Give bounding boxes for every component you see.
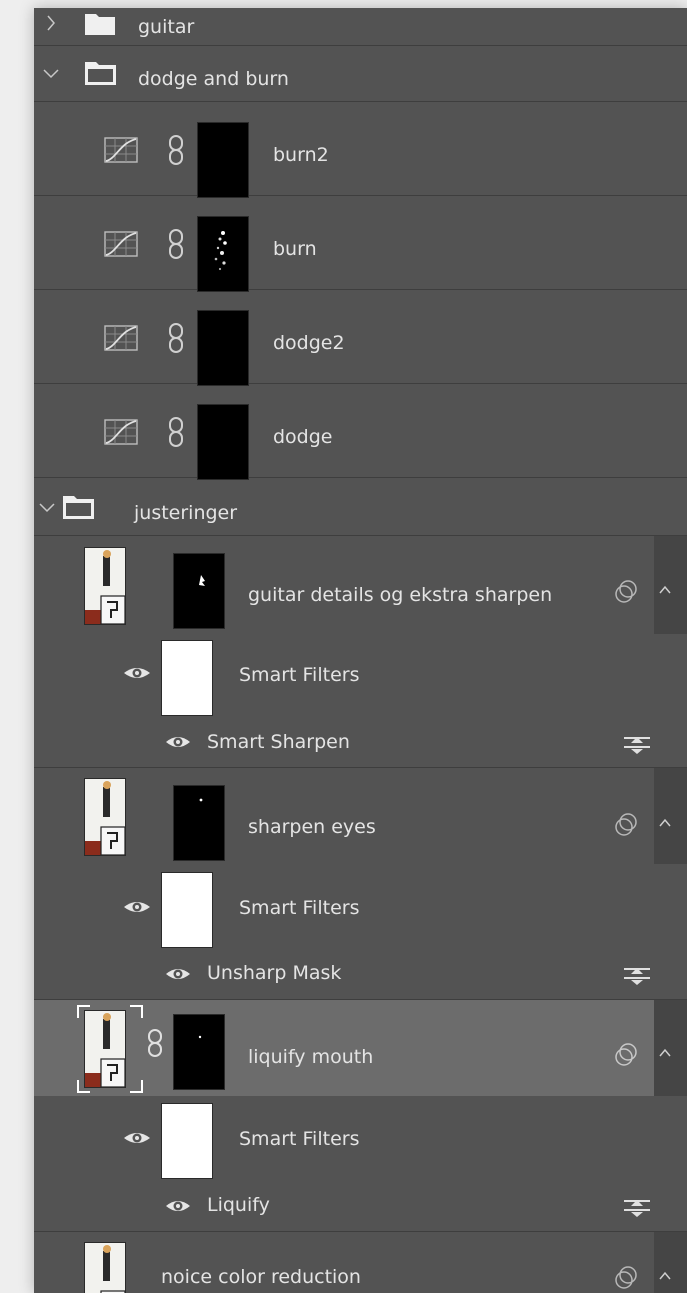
layer-mask-thumbnail[interactable] <box>173 785 225 861</box>
layer-row[interactable]: dodge2 <box>34 290 687 386</box>
layer-name: dodge <box>273 426 333 448</box>
smart-filters-row[interactable]: Smart Filters <box>34 1096 687 1179</box>
collapse-arrow-icon[interactable] <box>658 584 672 596</box>
smart-filters-label: Smart Filters <box>239 1128 360 1150</box>
scrollbar-track[interactable] <box>654 1232 687 1293</box>
curves-icon[interactable] <box>104 137 138 163</box>
mask-pattern <box>214 231 227 271</box>
smart-object-thumbnail[interactable] <box>84 547 126 625</box>
curves-icon[interactable] <box>104 231 138 257</box>
folder-icon <box>85 14 115 35</box>
layer-group-justeringer[interactable]: justeringer <box>34 478 687 536</box>
smart-filters-row[interactable]: Smart Filters <box>34 864 687 948</box>
collapse-arrow-icon[interactable] <box>658 1270 672 1282</box>
blend-overlap-icon[interactable] <box>615 1265 639 1289</box>
smart-object-layer[interactable]: noice color reduction <box>34 1232 687 1293</box>
curves-icon[interactable] <box>104 419 138 445</box>
eye-icon[interactable] <box>164 733 192 751</box>
layer-name: noice color reduction <box>161 1266 361 1288</box>
folder-icon <box>85 62 116 85</box>
layer-row[interactable]: dodge <box>34 384 687 480</box>
eye-icon[interactable] <box>122 898 152 916</box>
filter-options-icon[interactable] <box>623 965 651 985</box>
filter-name: Liquify <box>207 1194 270 1216</box>
layer-name: liquify mouth <box>248 1046 374 1068</box>
layer-mask-thumbnail[interactable] <box>197 310 249 386</box>
chevron-right-icon[interactable] <box>45 13 57 33</box>
layer-name: guitar details og ekstra sharpen <box>248 584 553 606</box>
smart-object-thumbnail[interactable] <box>84 1010 126 1088</box>
filter-options-icon[interactable] <box>623 734 651 754</box>
layer-name: dodge and burn <box>138 68 289 90</box>
filter-row[interactable]: Smart Sharpen <box>34 714 687 768</box>
collapse-arrow-icon[interactable] <box>658 817 672 829</box>
filter-name: Unsharp Mask <box>207 962 342 984</box>
layer-name: dodge2 <box>273 332 345 354</box>
smart-filter-mask-thumbnail[interactable] <box>161 640 213 716</box>
filter-name: Smart Sharpen <box>207 731 350 753</box>
filter-row[interactable]: Liquify <box>34 1178 687 1232</box>
eye-icon[interactable] <box>164 965 192 983</box>
blend-overlap-icon[interactable] <box>615 1042 639 1066</box>
layers-panel: guitar dodge and burn burn2 burn dodge2 … <box>34 8 687 1293</box>
layer-name: guitar <box>138 16 195 38</box>
blend-overlap-icon[interactable] <box>615 812 639 836</box>
smart-object-layer-selected[interactable]: liquify mouth <box>34 1000 687 1096</box>
filter-row[interactable]: Unsharp Mask <box>34 946 687 1000</box>
folder-icon <box>63 496 94 519</box>
layer-row[interactable]: burn <box>34 196 687 292</box>
layer-name: burn <box>273 238 317 260</box>
layer-name: burn2 <box>273 144 329 166</box>
filter-options-icon[interactable] <box>623 1197 651 1217</box>
layer-mask-thumbnail[interactable] <box>197 404 249 480</box>
link-icon[interactable] <box>166 228 186 260</box>
smart-filters-row[interactable]: Smart Filters <box>34 634 687 716</box>
layer-row[interactable]: burn2 <box>34 102 687 198</box>
chevron-down-icon[interactable] <box>42 68 60 80</box>
chevron-down-icon[interactable] <box>38 502 56 514</box>
layer-name: sharpen eyes <box>248 816 376 838</box>
layer-mask-thumbnail[interactable] <box>197 216 249 292</box>
link-icon[interactable] <box>146 1028 164 1058</box>
layer-mask-thumbnail[interactable] <box>173 1014 225 1090</box>
scrollbar-track[interactable] <box>654 768 687 864</box>
smart-object-thumbnail[interactable] <box>84 778 126 856</box>
smart-filters-label: Smart Filters <box>239 897 360 919</box>
smart-filter-mask-thumbnail[interactable] <box>161 872 213 948</box>
smart-object-layer[interactable]: guitar details og ekstra sharpen <box>34 536 687 634</box>
link-icon[interactable] <box>166 416 186 448</box>
eye-icon[interactable] <box>122 1129 152 1147</box>
smart-filters-label: Smart Filters <box>239 664 360 686</box>
layer-group-guitar[interactable]: guitar <box>34 8 687 46</box>
layer-mask-thumbnail[interactable] <box>197 122 249 198</box>
layer-group-dodge-and-burn[interactable]: dodge and burn <box>34 46 687 102</box>
layer-name: justeringer <box>134 502 238 524</box>
blend-overlap-icon[interactable] <box>615 579 639 603</box>
layer-mask-thumbnail[interactable] <box>173 553 225 629</box>
curves-icon[interactable] <box>104 325 138 351</box>
smart-filter-mask-thumbnail[interactable] <box>161 1103 213 1179</box>
eye-icon[interactable] <box>164 1197 192 1215</box>
eye-icon[interactable] <box>122 664 152 682</box>
link-icon[interactable] <box>166 134 186 166</box>
smart-object-layer[interactable]: sharpen eyes <box>34 768 687 864</box>
smart-object-thumbnail[interactable] <box>84 1242 126 1293</box>
link-icon[interactable] <box>166 322 186 354</box>
collapse-arrow-icon[interactable] <box>658 1047 672 1059</box>
